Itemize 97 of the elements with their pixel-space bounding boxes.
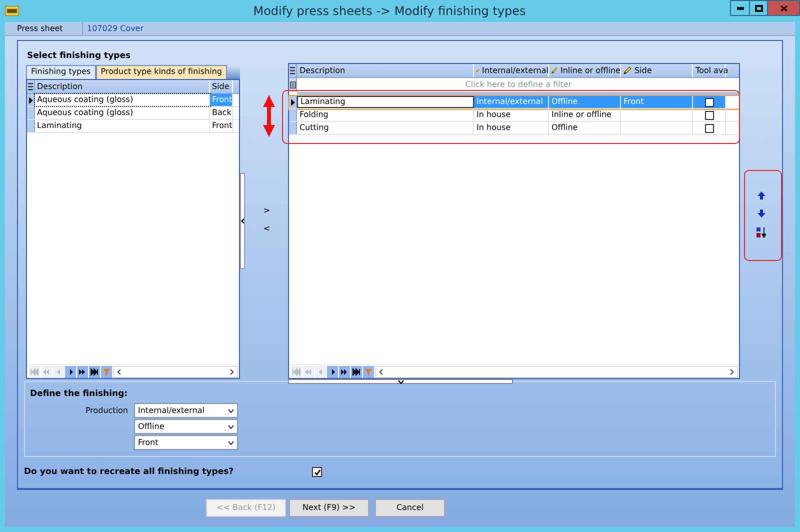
previous-page-icon [304, 367, 314, 377]
maximize-icon [754, 4, 762, 12]
field-label: Production [84, 405, 129, 418]
splitter-handle[interactable] [288, 379, 514, 384]
first-icon [292, 367, 302, 377]
dropdown-value: Internal/external [138, 406, 204, 416]
column-label: Internal/external [482, 66, 548, 76]
horizontal-scrollbar[interactable] [113, 366, 238, 378]
table-cell: Back [210, 107, 233, 119]
table-cell: Aqueous coating (gloss) [35, 107, 210, 119]
move-up-icon[interactable] [756, 191, 766, 200]
next-page-icon [78, 367, 87, 377]
last-record-button[interactable] [351, 366, 362, 378]
dropdown[interactable]: Offline [134, 419, 238, 434]
move-down-icon[interactable] [756, 209, 766, 218]
close-icon [780, 4, 788, 12]
column-chooser-icon[interactable] [27, 81, 34, 92]
next-page-icon [340, 367, 350, 377]
column-label: Side [634, 66, 652, 76]
column-header[interactable]: Description [35, 80, 210, 93]
move-button[interactable]: < [263, 224, 270, 234]
funnel-icon [102, 367, 111, 377]
table-cell: Aqueous coating (gloss) [35, 94, 210, 106]
chevron-down-icon [228, 424, 234, 429]
check-icon [314, 468, 320, 476]
table-cell: Laminating [297, 96, 474, 108]
chevron-down-icon [228, 408, 234, 413]
next-record-button[interactable] [65, 366, 76, 378]
checkbox[interactable] [704, 124, 714, 132]
table-cell: Front [621, 96, 694, 108]
row-pointer-icon [28, 96, 34, 104]
dropdown-value: Front [138, 438, 158, 448]
table-cell: Folding [297, 109, 474, 121]
move-button[interactable]: > [263, 206, 270, 216]
first-icon [30, 367, 39, 377]
table-cell: Front [210, 120, 233, 132]
field-label: Press sheet [5, 22, 83, 35]
column-chooser-icon[interactable] [289, 65, 296, 76]
horizontal-scrollbar[interactable] [375, 366, 738, 378]
row-selector[interactable] [27, 94, 35, 106]
maximize-button[interactable] [750, 0, 768, 16]
last-icon [352, 367, 362, 377]
section-heading: Select finishing types [27, 51, 132, 63]
row-pointer-icon [290, 98, 296, 106]
dialog-button[interactable]: Next (F9) >> [289, 499, 369, 517]
column-label: Inline or offline [560, 66, 620, 76]
table-cell: Offline [549, 96, 622, 108]
column-header[interactable]: Inline or offline [549, 64, 622, 77]
chevron-down-icon [398, 380, 404, 384]
next-page-button[interactable] [339, 366, 350, 378]
checkbox[interactable] [704, 110, 714, 120]
table-cell: Inline or offline [549, 109, 622, 121]
tab[interactable]: Finishing types [26, 65, 96, 79]
chevron-left-icon [379, 369, 384, 375]
chevron-down-icon [228, 440, 234, 445]
column-header[interactable]: Internal/external [474, 64, 550, 77]
sort-icon[interactable] [756, 227, 766, 238]
chevron-left-icon [117, 369, 121, 375]
next-page-button[interactable] [77, 366, 88, 378]
column-header[interactable]: Side [210, 80, 233, 93]
splitter-handle[interactable] [240, 173, 245, 269]
minimize-button[interactable] [730, 0, 750, 16]
close-button[interactable] [768, 0, 800, 16]
last-record-button[interactable] [89, 366, 100, 378]
table-cell: Offline [549, 122, 622, 134]
checkbox[interactable] [312, 467, 322, 478]
table-cell: Laminating [35, 120, 210, 132]
column-header[interactable]: Description [297, 64, 474, 77]
minimize-icon [736, 6, 744, 10]
filter-row-icon [290, 81, 296, 89]
chevron-left-icon [241, 218, 244, 224]
double-arrow-icon [263, 95, 275, 137]
question-label: Do you want to recreate all finishing types? [24, 467, 235, 478]
previous-page-icon [42, 367, 51, 377]
dropdown-value: Offline [138, 422, 164, 432]
dropdown[interactable]: Internal/external [134, 403, 238, 418]
field-value: 107029 Cover [86, 22, 144, 35]
row-selector[interactable] [289, 96, 298, 108]
table-cell: Cutting [297, 122, 474, 134]
section-heading: Define the finishing: [30, 389, 129, 400]
window-title: Modify press sheets -> Modify finishing types [252, 4, 527, 18]
last-icon [90, 367, 99, 377]
table-cell: In house [474, 109, 550, 121]
next-record-button[interactable] [327, 366, 338, 378]
checkbox[interactable] [704, 98, 714, 106]
app-icon [5, 6, 19, 16]
column-header[interactable]: Side [621, 64, 694, 77]
table-cell: Front [210, 94, 233, 106]
table-cell: Internal/external [474, 96, 550, 108]
tab[interactable]: Product type kinds of finishing [96, 65, 227, 79]
dialog-button[interactable]: Cancel [375, 499, 445, 517]
funnel-icon [364, 367, 374, 377]
column-label: Description [299, 66, 346, 76]
dropdown[interactable]: Front [134, 435, 238, 450]
chevron-right-icon [230, 369, 234, 375]
table-cell: In house [474, 122, 550, 134]
chevron-right-icon [730, 369, 734, 375]
